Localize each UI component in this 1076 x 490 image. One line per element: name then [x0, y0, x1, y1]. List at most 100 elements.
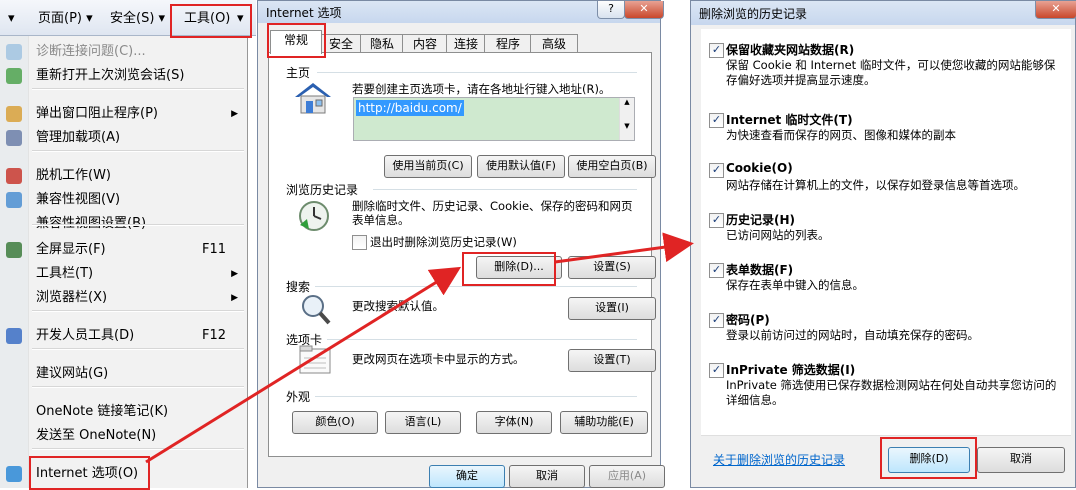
- search-description: 更改搜索默认值。: [352, 299, 444, 313]
- close-button[interactable]: ✕: [1035, 1, 1076, 19]
- menu-separator: [32, 224, 244, 226]
- menu-item-label: 兼容性视图(V): [36, 192, 121, 207]
- addons-icon: [6, 130, 22, 146]
- option-checkbox[interactable]: ✓: [709, 213, 724, 228]
- menu-item-label: 工具栏(T): [36, 266, 94, 281]
- popup-blocker-icon: [6, 106, 22, 122]
- menu-item[interactable]: 建议网站(G): [0, 362, 246, 386]
- colors-button[interactable]: 颜色(O): [292, 411, 378, 434]
- group-divider: [373, 189, 637, 190]
- help-button[interactable]: ?: [597, 1, 625, 19]
- dev-tools-icon: [6, 328, 22, 344]
- fonts-button[interactable]: 字体(N): [476, 411, 552, 434]
- delete-history-titlebar: 删除浏览的历史记录 ✕: [691, 1, 1076, 25]
- homepage-group-label: 主页: [286, 66, 311, 80]
- appearance-group-label: 外观: [286, 390, 311, 404]
- languages-button[interactable]: 语言(L): [385, 411, 461, 434]
- menu-item-label: 重新打开上次浏览会话(S): [36, 68, 185, 83]
- menu-separator: [32, 348, 244, 350]
- homepage-description: 若要创建主页选项卡，请在各地址行键入地址(R)。: [352, 82, 611, 96]
- confirm-delete-highlight-box: [880, 437, 977, 479]
- menu-separator: [32, 310, 244, 312]
- menu-item[interactable]: 弹出窗口阻止程序(P) ▶: [0, 102, 246, 126]
- history-description: 删除临时文件、历史记录、Cookie、保存的密码和网页表单信息。: [352, 199, 633, 227]
- apply-button[interactable]: 应用(A): [589, 465, 665, 488]
- general-tab-pane: 主页 若要创建主页选项卡，请在各地址行键入地址(R)。 http://baidu…: [268, 52, 656, 457]
- tab-advanced[interactable]: 高级: [530, 34, 578, 53]
- menu-separator: [32, 386, 244, 388]
- reopen-session-icon: [6, 68, 22, 84]
- delete-on-exit-checkbox[interactable]: [352, 235, 367, 250]
- toolbar-overflow-button[interactable]: ▾: [8, 9, 15, 29]
- tabs-icon: [299, 345, 331, 374]
- use-default-button[interactable]: 使用默认值(F): [477, 155, 565, 178]
- fullscreen-icon: [6, 242, 22, 258]
- option-title: 历史记录(H): [726, 213, 796, 227]
- delete-on-exit-label: 退出时删除浏览历史记录(W): [370, 235, 517, 249]
- option-description: 保存在表单中键入的信息。: [726, 278, 864, 292]
- tab-security[interactable]: 安全: [320, 34, 362, 53]
- tab-programs[interactable]: 程序: [484, 34, 532, 53]
- menu-item-label: 管理加载项(A): [36, 130, 121, 145]
- menu-item[interactable]: 开发人员工具(D) F12: [0, 324, 246, 348]
- diagnose-icon: [6, 44, 22, 60]
- cancel-button[interactable]: 取消: [509, 465, 585, 488]
- menu-item[interactable]: 全屏显示(F) F11: [0, 238, 246, 262]
- option-title: 密码(P): [726, 313, 770, 327]
- safety-menu-button[interactable]: 安全(S) ▾: [110, 9, 165, 29]
- tab-privacy[interactable]: 隐私: [360, 34, 404, 53]
- use-current-button[interactable]: 使用当前页(C): [384, 155, 472, 178]
- option-title: 表单数据(F): [726, 263, 794, 277]
- menu-separator: [32, 150, 244, 152]
- menu-item[interactable]: OneNote 链接笔记(K): [0, 400, 246, 424]
- option-description: 已访问网站的列表。: [726, 228, 830, 242]
- ok-button[interactable]: 确定: [429, 465, 505, 488]
- menu-separator: [32, 448, 244, 450]
- homepage-address-input[interactable]: http://baidu.com/ ▲ ▼: [353, 97, 635, 141]
- option-checkbox[interactable]: ✓: [709, 263, 724, 278]
- delete-options-panel: ✓ 保留收藏夹网站数据(R) 保留 Cookie 和 Internet 临时文件，可…: [701, 29, 1071, 436]
- option-checkbox[interactable]: ✓: [709, 113, 724, 128]
- menu-item[interactable]: 浏览器栏(X) ▶: [0, 286, 246, 310]
- option-checkbox[interactable]: ✓: [709, 163, 724, 178]
- submenu-arrow-icon: ▶: [231, 269, 238, 279]
- option-title: InPrivate 筛选数据(I): [726, 363, 856, 377]
- menu-item[interactable]: 脱机工作(W): [0, 164, 246, 188]
- option-checkbox[interactable]: ✓: [709, 43, 724, 58]
- search-settings-button[interactable]: 设置(I): [568, 297, 656, 320]
- tabs-settings-button[interactable]: 设置(T): [568, 349, 656, 372]
- close-button[interactable]: ✕: [624, 1, 664, 19]
- menu-item[interactable]: 发送至 OneNote(N): [0, 424, 246, 448]
- dialog-title: 删除浏览的历史记录: [699, 7, 808, 21]
- submenu-arrow-icon: ▶: [231, 109, 238, 119]
- option-checkbox[interactable]: ✓: [709, 313, 724, 328]
- option-title: Cookie(O): [726, 161, 793, 175]
- homepage-scrollbar[interactable]: ▲ ▼: [619, 98, 634, 140]
- use-blank-button[interactable]: 使用空白页(B): [568, 155, 656, 178]
- page-menu-button[interactable]: 页面(P) ▾: [38, 9, 93, 29]
- history-settings-button[interactable]: 设置(S): [568, 256, 656, 279]
- menu-item-label: 浏览器栏(X): [36, 290, 108, 305]
- menu-item[interactable]: 诊断连接问题(C)...: [0, 40, 246, 64]
- tab-general[interactable]: 常规: [270, 30, 322, 54]
- menu-item[interactable]: 管理加载项(A): [0, 126, 246, 150]
- tab-connections[interactable]: 连接: [446, 34, 486, 53]
- menu-item-label: 建议网站(G): [36, 366, 109, 381]
- history-clock-icon: [299, 201, 329, 231]
- cancel-button[interactable]: 取消: [977, 447, 1065, 473]
- menu-item[interactable]: 兼容性视图(V): [0, 188, 246, 212]
- option-title: Internet 临时文件(T): [726, 113, 853, 127]
- tab-content[interactable]: 内容: [402, 34, 448, 53]
- accessibility-button[interactable]: 辅助功能(E): [560, 411, 648, 434]
- menu-item-label: 脱机工作(W): [36, 168, 111, 183]
- menu-item[interactable]: 工具栏(T) ▶: [0, 262, 246, 286]
- menu-item[interactable]: 重新打开上次浏览会话(S): [0, 64, 246, 88]
- offline-icon: [6, 168, 22, 184]
- option-description: InPrivate 筛选使用已保存数据检测网站在何处自动共享您访问的详细信息。: [726, 378, 1057, 407]
- group-divider: [327, 339, 637, 340]
- option-checkbox[interactable]: ✓: [709, 363, 724, 378]
- history-group-label: 浏览历史记录: [286, 183, 359, 197]
- group-divider: [315, 396, 637, 397]
- option-description: 为快速查看而保存的网页、图像和媒体的副本: [726, 128, 956, 142]
- about-delete-history-link[interactable]: 关于删除浏览的历史记录: [713, 451, 845, 468]
